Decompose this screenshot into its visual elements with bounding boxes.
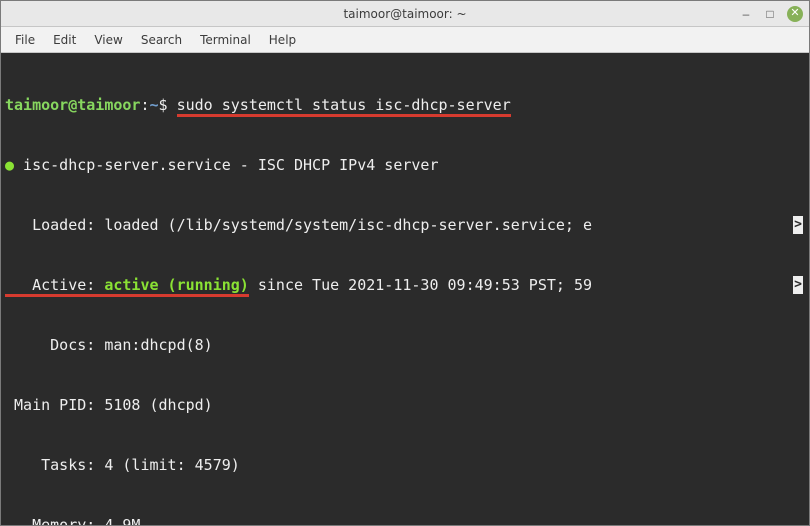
menu-search[interactable]: Search	[133, 30, 190, 50]
pager-more-icon[interactable]: >	[793, 276, 803, 294]
menu-help[interactable]: Help	[261, 30, 304, 50]
menu-file[interactable]: File	[7, 30, 43, 50]
status-unit: isc-dhcp-server.service - ISC DHCP IPv4 …	[14, 156, 438, 174]
window-title: taimoor@taimoor: ~	[343, 7, 466, 21]
status-memory-line: Memory: 4.9M	[5, 515, 805, 525]
status-loaded-line: Loaded: loaded (/lib/systemd/system/isc-…	[5, 215, 805, 235]
menubar: File Edit View Search Terminal Help	[1, 27, 809, 53]
status-mainpid-line: Main PID: 5108 (dhcpd)	[5, 395, 805, 415]
pager-more-icon[interactable]: >	[793, 216, 803, 234]
status-active-line: Active: active (running) since Tue 2021-…	[5, 275, 805, 295]
status-mainpid: Main PID: 5108 (dhcpd)	[5, 396, 213, 414]
prompt-userhost: taimoor@taimoor	[5, 96, 140, 114]
prompt-line: taimoor@taimoor:~$ sudo systemctl status…	[5, 95, 805, 115]
status-tasks: Tasks: 4 (limit: 4579)	[5, 456, 240, 474]
status-active-label: Active:	[5, 276, 104, 297]
status-active-rest: since Tue 2021-11-30 09:49:53 PST; 59	[249, 276, 592, 294]
minimize-button[interactable]: –	[739, 7, 753, 21]
titlebar: taimoor@taimoor: ~ – □ ✕	[1, 1, 809, 27]
status-active-value: active (running)	[104, 276, 249, 297]
status-bullet-icon: ●	[5, 156, 14, 174]
status-loaded-label: Loaded:	[5, 216, 104, 234]
close-button[interactable]: ✕	[787, 6, 803, 22]
menu-view[interactable]: View	[86, 30, 130, 50]
menu-edit[interactable]: Edit	[45, 30, 84, 50]
command-text: sudo systemctl status isc-dhcp-server	[177, 96, 511, 117]
prompt-dollar: $	[159, 96, 177, 114]
terminal-output[interactable]: taimoor@taimoor:~$ sudo systemctl status…	[1, 53, 809, 525]
prompt-path: ~	[150, 96, 159, 114]
status-memory: Memory: 4.9M	[5, 516, 140, 525]
status-unit-line: ● isc-dhcp-server.service - ISC DHCP IPv…	[5, 155, 805, 175]
window-controls: – □ ✕	[739, 1, 803, 26]
status-docs: Docs: man:dhcpd(8)	[5, 336, 213, 354]
menu-terminal[interactable]: Terminal	[192, 30, 259, 50]
prompt-colon: :	[140, 96, 149, 114]
maximize-button[interactable]: □	[763, 7, 777, 21]
terminal-window: taimoor@taimoor: ~ – □ ✕ File Edit View …	[0, 0, 810, 526]
status-loaded-value: loaded (/lib/systemd/system/isc-dhcp-ser…	[104, 216, 592, 234]
status-tasks-line: Tasks: 4 (limit: 4579)	[5, 455, 805, 475]
status-docs-line: Docs: man:dhcpd(8)	[5, 335, 805, 355]
